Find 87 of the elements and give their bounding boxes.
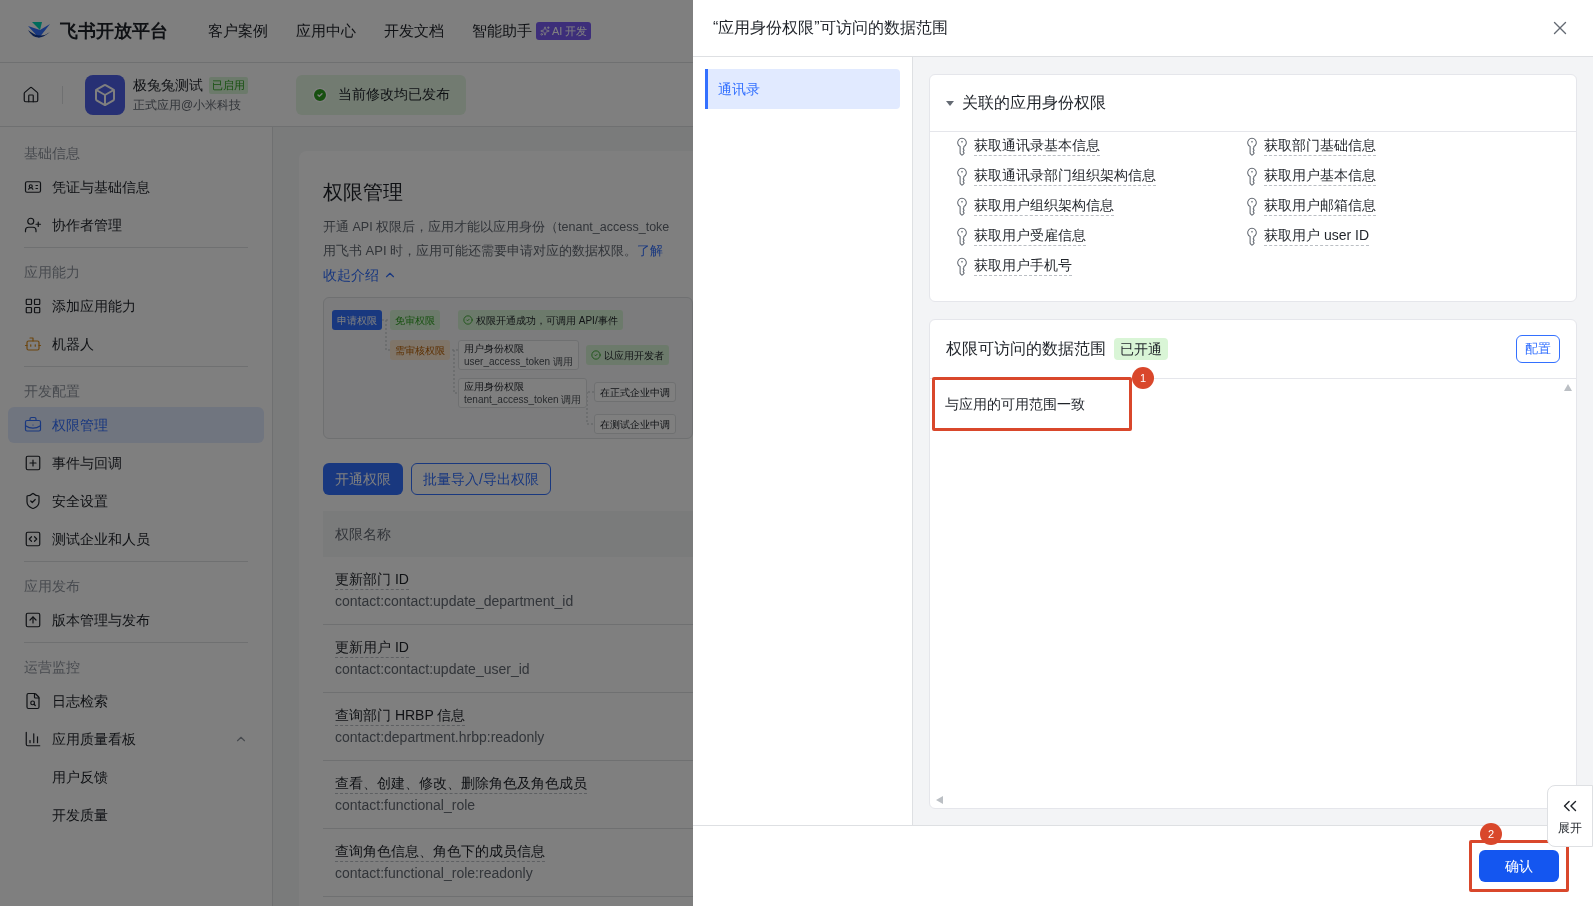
category-tab[interactable]: 通讯录	[705, 69, 900, 109]
briefcase-icon	[24, 416, 42, 434]
app-name: 极兔兔测试	[133, 76, 203, 95]
permission-link[interactable]: 获取用户受雇信息	[974, 225, 1086, 246]
sidebar-item[interactable]: 安全设置	[8, 483, 264, 519]
flow-node: 需审核权限	[390, 340, 450, 360]
plus-square-icon	[24, 454, 42, 472]
permission-link[interactable]: 获取用户组织架构信息	[974, 195, 1114, 216]
sidebar-item[interactable]: 事件与回调	[8, 445, 264, 481]
shield-icon	[24, 492, 42, 510]
check-circle-icon	[463, 315, 473, 325]
grid-icon	[24, 297, 42, 315]
sidebar-item[interactable]: 日志检索	[8, 683, 264, 719]
permission-link[interactable]: 获取用户 user ID	[1264, 225, 1369, 246]
check-circle-icon	[312, 86, 328, 103]
app-subtitle: 正式应用@小米科技	[133, 97, 243, 114]
bar-chart-icon	[24, 730, 42, 748]
flow-node: 用户身份权限 user_access_token 调用	[458, 340, 579, 370]
confirm-button[interactable]: 确认	[1479, 850, 1559, 882]
code-icon	[24, 530, 42, 548]
flow-node: 权限开通成功，可调用 API/事件	[458, 310, 623, 330]
column-header: 权限名称	[335, 524, 391, 544]
status-tag: 已开通	[1114, 338, 1168, 360]
permission-name: 查询部门 HRBP 信息	[335, 705, 466, 726]
expand-tab[interactable]: 展开	[1547, 785, 1593, 847]
collapse-link[interactable]: 收起介绍	[323, 263, 397, 287]
brand-name: 飞书开放平台	[60, 19, 168, 43]
permission-link[interactable]: 获取用户手机号	[974, 255, 1072, 276]
flow-node: 应用身份权限 tenant_access_token 调用	[458, 378, 588, 408]
sidebar-item[interactable]: 添加应用能力	[8, 288, 264, 324]
permission-scope: contact:functional_role:readonly	[335, 864, 533, 883]
file-search-icon	[24, 692, 42, 710]
sidebar-item[interactable]: 协作者管理	[8, 207, 264, 243]
flow-node: 免审权限	[390, 310, 440, 330]
nav-link[interactable]: 客户案例	[208, 19, 268, 43]
drawer-title: “应用身份权限”可访问的数据范围	[713, 18, 948, 38]
sidebar-subitem[interactable]: 开发质量	[8, 797, 264, 833]
description-line: 用飞书 API 时，应用可能还需要申请对应的数据权限。	[323, 242, 638, 260]
nav-link[interactable]: 应用中心	[296, 19, 356, 43]
publish-notice: 当前修改均已发布	[296, 74, 466, 115]
home-icon[interactable]	[22, 85, 40, 104]
card-title: 权限可访问的数据范围	[946, 339, 1106, 359]
permission-scope: contact:department.hrbp:readonly	[335, 728, 545, 747]
permission-link[interactable]: 获取通讯录基本信息	[974, 135, 1100, 156]
callout-number: 1	[1132, 367, 1154, 389]
flow-node: 在测试企业中调	[594, 414, 676, 434]
user-plus-icon	[24, 216, 42, 234]
check-circle-icon	[591, 350, 601, 360]
sidebar-item[interactable]: 权限管理	[8, 407, 264, 443]
permission-name: 查看、创建、修改、删除角色及角色成员	[335, 773, 587, 794]
sidebar-item[interactable]: 版本管理与发布	[8, 602, 264, 638]
import-export-button[interactable]: 批量导入/导出权限	[411, 463, 551, 495]
permission-name: 更新部门 ID	[335, 569, 409, 590]
grant-permission-button[interactable]: 开通权限	[323, 463, 403, 495]
flow-node: 在正式企业中调	[594, 382, 676, 402]
status-tag: 已启用	[209, 77, 248, 94]
permission-scope: contact:functional_role	[335, 796, 476, 815]
robot-icon	[24, 335, 42, 353]
description-line: 开通 API 权限后，应用才能以应用身份（tenant_access_toke	[323, 219, 670, 236]
ai-badge: AI 开发	[536, 22, 592, 40]
sidebar-item[interactable]: 测试企业和人员	[8, 521, 264, 557]
permission-scope: contact:contact:update_user_id	[335, 660, 530, 679]
id-card-icon	[24, 178, 42, 196]
permission-name: 查询角色信息、角色下的成员信息	[335, 841, 545, 862]
permission-link[interactable]: 获取通讯录部门组织架构信息	[974, 165, 1156, 186]
flow-node: 申请权限	[332, 310, 382, 330]
configure-button[interactable]: 配置	[1516, 335, 1560, 363]
sidebar-subitem[interactable]: 用户反馈	[8, 759, 264, 795]
card-title: 关联的应用身份权限	[962, 93, 1106, 113]
permission-name: 更新用户 ID	[335, 637, 409, 658]
callout-number: 2	[1480, 823, 1502, 845]
sidebar-item[interactable]: 应用质量看板	[8, 721, 264, 757]
flow-node: 以应用开发者	[586, 345, 669, 365]
nav-link[interactable]: 开发文档	[384, 19, 444, 43]
scope-value: 与应用的可用范围一致	[945, 394, 1085, 414]
sidebar-item[interactable]: 机器人	[8, 326, 264, 362]
caret-down-icon[interactable]	[946, 99, 954, 107]
permission-scope: contact:contact:update_department_id	[335, 592, 574, 611]
learn-more-link[interactable]: 了解	[637, 239, 664, 263]
sidebar-item[interactable]: 凭证与基础信息	[8, 169, 264, 205]
permission-link[interactable]: 获取部门基础信息	[1264, 135, 1376, 156]
page-title: 权限管理	[323, 180, 403, 205]
permission-link[interactable]: 获取用户基本信息	[1264, 165, 1376, 186]
nav-link[interactable]: 智能助手	[472, 19, 532, 43]
upload-icon	[24, 611, 42, 629]
permission-link[interactable]: 获取用户邮箱信息	[1264, 195, 1376, 216]
cube-icon	[93, 82, 117, 107]
